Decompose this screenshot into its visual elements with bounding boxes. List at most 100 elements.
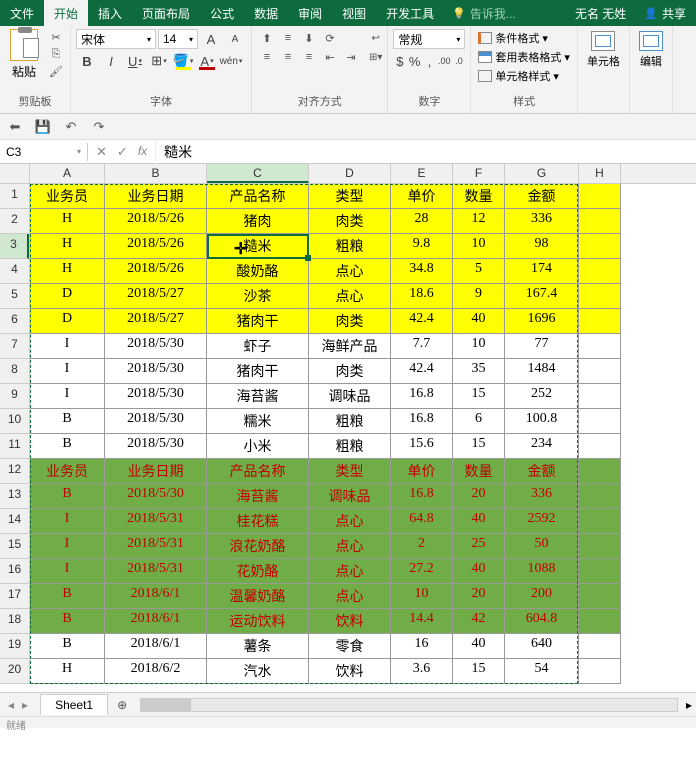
cell[interactable] bbox=[579, 509, 621, 534]
cell[interactable]: 桂花糕 bbox=[207, 509, 309, 534]
col-header-C[interactable]: C bbox=[207, 164, 309, 183]
row-header[interactable]: 17 bbox=[0, 584, 29, 609]
cell[interactable]: I bbox=[30, 334, 105, 359]
tab-review[interactable]: 审阅 bbox=[288, 0, 332, 26]
number-format-select[interactable]: 常规▾ bbox=[393, 29, 465, 49]
font-name-select[interactable]: 宋体▾ bbox=[76, 29, 156, 49]
row-header[interactable]: 2 bbox=[0, 209, 29, 234]
row-header[interactable]: 14 bbox=[0, 509, 29, 534]
col-header-D[interactable]: D bbox=[309, 164, 391, 183]
cell[interactable]: 42 bbox=[453, 609, 505, 634]
cell[interactable] bbox=[579, 484, 621, 509]
cell[interactable]: H bbox=[30, 209, 105, 234]
merge-button[interactable]: ⊞▾ bbox=[369, 48, 382, 66]
cell[interactable]: 温馨奶酪 bbox=[207, 584, 309, 609]
row-header[interactable]: 6 bbox=[0, 309, 29, 334]
scroll-right-button[interactable]: ▸ bbox=[682, 698, 696, 712]
cell[interactable]: 薯条 bbox=[207, 634, 309, 659]
cell[interactable]: 点心 bbox=[309, 584, 391, 609]
cell[interactable]: 640 bbox=[505, 634, 579, 659]
cell[interactable]: 234 bbox=[505, 434, 579, 459]
cell[interactable]: 12 bbox=[453, 209, 505, 234]
cell[interactable]: 40 bbox=[453, 559, 505, 584]
cell[interactable] bbox=[579, 234, 621, 259]
cell[interactable]: D bbox=[30, 309, 105, 334]
cell[interactable]: 6 bbox=[453, 409, 505, 434]
currency-button[interactable]: $ bbox=[393, 51, 406, 71]
row-header[interactable]: 7 bbox=[0, 334, 29, 359]
cell[interactable]: 虾子 bbox=[207, 334, 309, 359]
cell[interactable]: 20 bbox=[453, 584, 505, 609]
sheet-nav-next[interactable]: ▸ bbox=[20, 698, 30, 712]
cell[interactable]: 2018/6/1 bbox=[105, 584, 207, 609]
cell[interactable]: H bbox=[30, 234, 105, 259]
cell[interactable]: 业务日期 bbox=[105, 184, 207, 209]
percent-button[interactable]: % bbox=[408, 51, 421, 71]
border-button[interactable]: ⊞▾ bbox=[148, 51, 170, 71]
horizontal-scrollbar[interactable] bbox=[140, 698, 678, 712]
cell[interactable]: B bbox=[30, 634, 105, 659]
cell[interactable]: 27.2 bbox=[391, 559, 453, 584]
underline-button[interactable]: U▾ bbox=[124, 51, 146, 71]
cell[interactable]: 调味品 bbox=[309, 384, 391, 409]
cell[interactable] bbox=[579, 309, 621, 334]
tab-insert[interactable]: 插入 bbox=[88, 0, 132, 26]
cell[interactable]: 2592 bbox=[505, 509, 579, 534]
cell[interactable]: I bbox=[30, 509, 105, 534]
cell[interactable]: 类型 bbox=[309, 459, 391, 484]
tab-data[interactable]: 数据 bbox=[244, 0, 288, 26]
cell[interactable]: 运动饮料 bbox=[207, 609, 309, 634]
row-header[interactable]: 19 bbox=[0, 634, 29, 659]
cell[interactable] bbox=[579, 609, 621, 634]
indent-inc-button[interactable]: ⇥ bbox=[341, 48, 361, 66]
cell[interactable]: 点心 bbox=[309, 534, 391, 559]
sheet-tab[interactable]: Sheet1 bbox=[40, 694, 108, 715]
cell[interactable]: 粗粮 bbox=[309, 409, 391, 434]
cell[interactable]: 15.6 bbox=[391, 434, 453, 459]
qat-undo-button[interactable]: ↶ bbox=[62, 118, 80, 136]
cell[interactable]: 金额 bbox=[505, 184, 579, 209]
cell[interactable]: 50 bbox=[505, 534, 579, 559]
tell-me-search[interactable]: 告诉我... bbox=[444, 0, 524, 26]
row-header[interactable]: 5 bbox=[0, 284, 29, 309]
cell[interactable]: 饮料 bbox=[309, 659, 391, 684]
cell[interactable]: 25 bbox=[453, 534, 505, 559]
col-header-G[interactable]: G bbox=[505, 164, 579, 183]
cell[interactable]: 花奶酪 bbox=[207, 559, 309, 584]
cell[interactable]: 42.4 bbox=[391, 309, 453, 334]
cell[interactable]: 粗粮 bbox=[309, 234, 391, 259]
cell[interactable]: 肉类 bbox=[309, 309, 391, 334]
cell[interactable]: 猪肉干 bbox=[207, 359, 309, 384]
comma-button[interactable]: , bbox=[423, 51, 436, 71]
col-header-H[interactable]: H bbox=[579, 164, 621, 183]
cell[interactable]: 2018/5/27 bbox=[105, 309, 207, 334]
row-header[interactable]: 20 bbox=[0, 659, 29, 684]
cell[interactable]: 9.8 bbox=[391, 234, 453, 259]
share-button[interactable]: 共享 bbox=[634, 0, 696, 26]
cell[interactable]: 业务员 bbox=[30, 184, 105, 209]
cell[interactable]: 2018/5/31 bbox=[105, 559, 207, 584]
decrease-font-button[interactable]: A bbox=[224, 29, 246, 49]
tab-home[interactable]: 开始 bbox=[44, 0, 88, 26]
cell[interactable] bbox=[579, 409, 621, 434]
cell[interactable]: 5 bbox=[453, 259, 505, 284]
cell[interactable]: 2018/5/26 bbox=[105, 259, 207, 284]
cell[interactable]: 2018/5/31 bbox=[105, 534, 207, 559]
inc-decimal-button[interactable]: .00 bbox=[438, 51, 451, 71]
font-size-select[interactable]: 14▾ bbox=[158, 29, 198, 49]
row-header[interactable]: 18 bbox=[0, 609, 29, 634]
cell[interactable]: 2018/5/30 bbox=[105, 409, 207, 434]
cell[interactable]: 1484 bbox=[505, 359, 579, 384]
cell[interactable]: 点心 bbox=[309, 259, 391, 284]
align-center-button[interactable]: ≡ bbox=[278, 48, 298, 66]
cell[interactable] bbox=[579, 459, 621, 484]
cell[interactable]: 54 bbox=[505, 659, 579, 684]
cell[interactable]: 调味品 bbox=[309, 484, 391, 509]
cells-button[interactable]: 单元格 bbox=[583, 29, 624, 71]
tab-layout[interactable]: 页面布局 bbox=[132, 0, 200, 26]
row-header[interactable]: 16 bbox=[0, 559, 29, 584]
align-left-button[interactable]: ≡ bbox=[257, 48, 277, 66]
cell[interactable]: 业务日期 bbox=[105, 459, 207, 484]
cell[interactable] bbox=[579, 334, 621, 359]
spreadsheet-grid[interactable]: ABCDEFGH 1234567891011121314151617181920… bbox=[0, 164, 696, 692]
